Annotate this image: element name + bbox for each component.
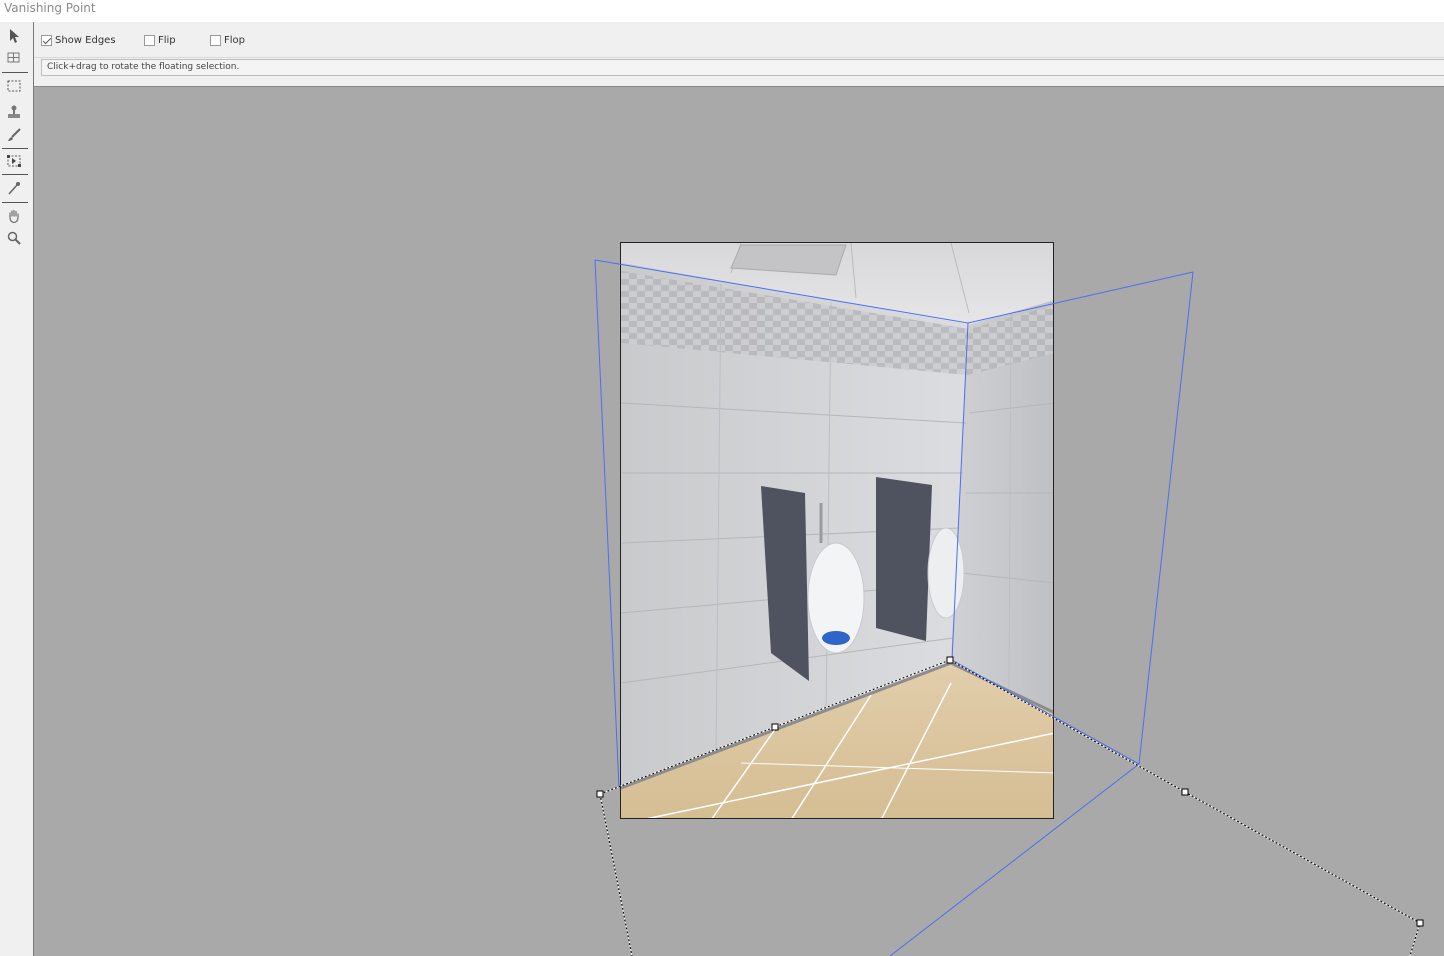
brush-tool[interactable] (4, 126, 24, 144)
eyedropper-tool-icon[interactable] (6, 180, 22, 196)
tool-panel (0, 22, 34, 956)
document-image[interactable] (620, 242, 1054, 819)
show-edges-label: Show Edges (55, 34, 116, 46)
edit-plane-tool[interactable] (4, 27, 24, 45)
create-plane-tool[interactable] (4, 49, 24, 67)
transform-tool-icon[interactable] (6, 153, 22, 169)
status-message: Click+drag to rotate the floating select… (41, 59, 1444, 76)
tool-separator (2, 148, 28, 149)
flop-check-icon[interactable] (210, 34, 221, 46)
transform-tool[interactable] (4, 152, 24, 170)
flop-label: Flop (224, 34, 245, 46)
create-plane-tool-icon[interactable] (6, 50, 22, 66)
hand-tool[interactable] (4, 207, 24, 225)
restroom-photo (621, 243, 1053, 818)
flip-check-icon[interactable] (144, 34, 155, 46)
stamp-tool[interactable] (4, 103, 24, 121)
marquee-tool[interactable] (4, 77, 24, 95)
flop-checkbox[interactable]: Flop (210, 33, 245, 47)
hand-tool-icon[interactable] (6, 208, 22, 224)
eyedropper-tool[interactable] (4, 179, 24, 197)
show-edges-checkbox[interactable]: Show Edges (41, 33, 116, 47)
zoom-tool-icon[interactable] (6, 230, 22, 246)
tool-separator (2, 174, 28, 175)
brush-tool-icon[interactable] (6, 127, 22, 143)
marquee-tool-icon[interactable] (6, 78, 22, 94)
window-title: Vanishing Point (4, 1, 96, 15)
tool-separator (2, 202, 28, 203)
tool-separator (2, 72, 28, 73)
edit-plane-tool-icon[interactable] (6, 28, 22, 44)
flip-checkbox[interactable]: Flip (144, 33, 176, 47)
zoom-tool[interactable] (4, 229, 24, 247)
stamp-tool-icon[interactable] (6, 104, 22, 120)
window-title-bar: Vanishing Point (0, 0, 1444, 22)
options-bar: Show Edges Flip Flop (0, 22, 1444, 58)
status-bar: Click+drag to rotate the floating select… (34, 58, 1444, 86)
flip-label: Flip (158, 34, 176, 46)
show-edges-check-icon[interactable] (41, 34, 52, 46)
